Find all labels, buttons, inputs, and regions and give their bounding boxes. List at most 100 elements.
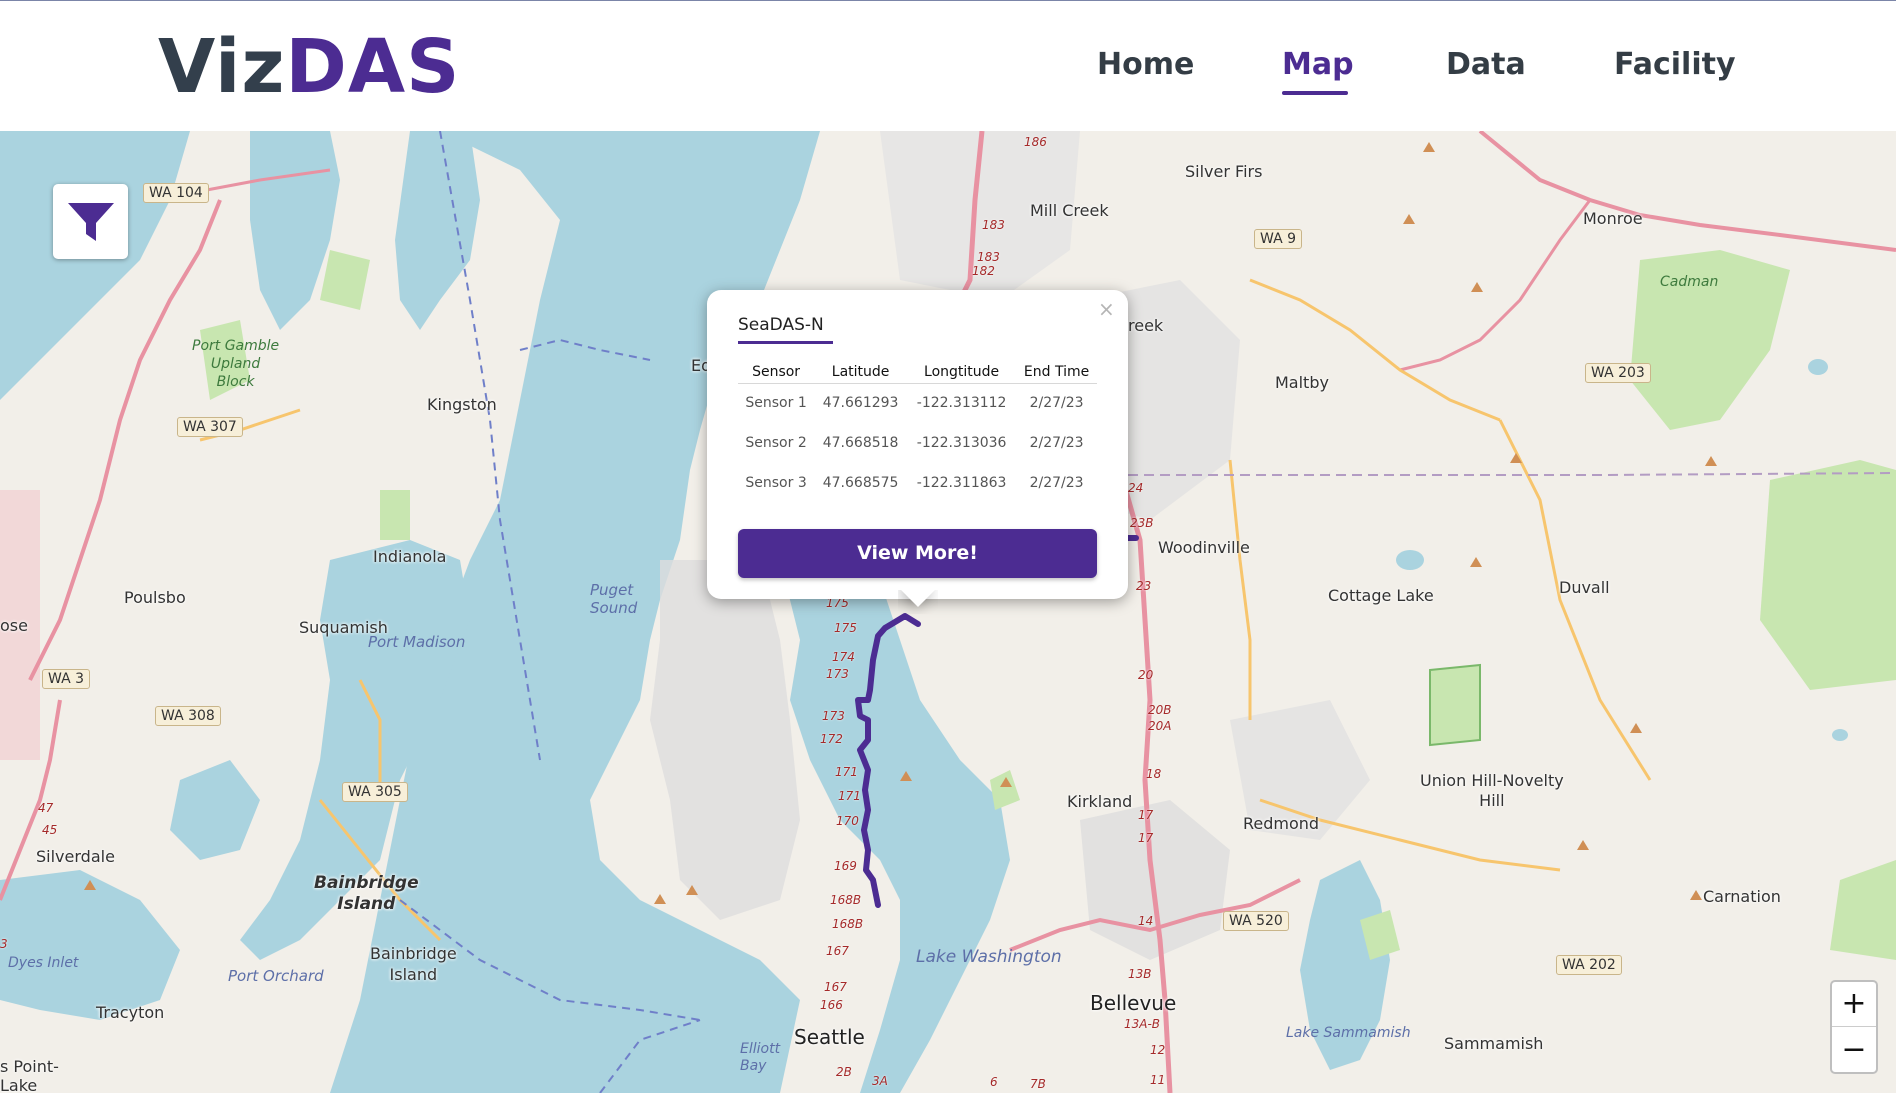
place-label: Woodinville: [1158, 538, 1250, 557]
popup-title: SeaDAS-N: [738, 315, 824, 335]
exit-label: 173: [826, 667, 849, 681]
sensor-end-time: 2/27/23: [1029, 395, 1084, 412]
route-shield: WA 202: [1556, 955, 1622, 975]
water-label: Port Madison: [368, 633, 466, 651]
exit-label: 175: [834, 621, 857, 635]
place-label: Kirkland: [1067, 792, 1133, 811]
exit-label: 11: [1150, 1073, 1166, 1087]
table-header-row: Sensor Latitude Longtitude End Time: [738, 361, 1097, 384]
park-label: Port Gamble Upland Block: [192, 338, 280, 390]
table-row: Sensor 3 47.668575 -122.311863 2/27/23: [738, 463, 1097, 503]
place-label: Kingston: [427, 395, 497, 414]
column-header: Longtitude: [907, 361, 1017, 384]
exit-label: 168B: [832, 917, 864, 931]
exit-label: 3: [0, 937, 8, 951]
park-label: Cadman: [1660, 274, 1719, 290]
exit-label: 167: [824, 980, 847, 994]
nav-map[interactable]: Map: [1282, 45, 1354, 85]
exit-label: 171: [838, 789, 861, 803]
sensor-longitude: -122.311863: [916, 475, 1007, 491]
water-label: Elliott Bay: [740, 1041, 781, 1074]
place-label: s Point- Lake: [0, 1057, 59, 1093]
water-label: Puget Sound: [590, 581, 638, 617]
exit-label: 186: [1024, 135, 1047, 149]
sensor-longitude: -122.313112: [916, 395, 1007, 412]
place-label: Bellevue: [1090, 991, 1177, 1015]
column-header: Sensor: [738, 361, 815, 384]
sensor-end-time: 2/27/23: [1029, 435, 1084, 451]
exit-label: 168B: [830, 893, 862, 907]
zoom-control: + −: [1830, 980, 1878, 1074]
place-label: Maltby: [1275, 373, 1329, 392]
zoom-out-button[interactable]: −: [1832, 1028, 1876, 1073]
route-shield: WA 305: [342, 782, 408, 802]
exit-label: 20A: [1148, 719, 1172, 733]
exit-label: 24: [1128, 481, 1144, 495]
zoom-in-button[interactable]: +: [1832, 982, 1876, 1027]
route-shield: WA 308: [155, 706, 221, 726]
header: VizDAS Home Map Data Facility: [0, 1, 1896, 131]
filter-button[interactable]: [53, 184, 128, 259]
sensor-table: Sensor Latitude Longtitude End Time Sens…: [738, 361, 1097, 503]
place-label: Mill Creek: [1030, 201, 1109, 220]
exit-label: 17: [1138, 808, 1154, 822]
place-label: Silverdale: [36, 847, 115, 866]
water-label: Lake Sammamish: [1286, 1025, 1411, 1041]
exit-label: 14: [1138, 914, 1154, 928]
logo-das: DAS: [285, 24, 461, 110]
sensor-name: Sensor 1: [745, 395, 807, 412]
sensor-latitude: 47.668518: [822, 435, 899, 451]
sensor-latitude: 47.661293: [822, 395, 899, 412]
route-shield: WA 520: [1223, 911, 1289, 931]
place-label: Union Hill-Novelty Hill: [1420, 771, 1564, 810]
place-label: Seattle: [794, 1025, 865, 1049]
sensor-latitude: 47.668575: [822, 475, 899, 491]
exit-label: 183: [977, 250, 1000, 264]
exit-label: 13A-B: [1124, 1017, 1161, 1031]
exit-label: 169: [834, 859, 857, 873]
popup-title-underline: [738, 341, 833, 344]
table-row: Sensor 1 47.661293 -122.313112 2/27/23: [738, 383, 1097, 423]
nav-data[interactable]: Data: [1446, 45, 1526, 85]
logo-viz: Viz: [158, 24, 286, 110]
exit-label: 170: [836, 814, 859, 828]
exit-label: 174: [832, 650, 855, 664]
exit-label: 13B: [1128, 967, 1152, 981]
place-label: Bainbridge Island: [314, 873, 419, 914]
place-label: Bainbridge Island: [370, 944, 457, 984]
nav-facility[interactable]: Facility: [1614, 45, 1736, 85]
sensor-longitude: -122.313036: [916, 435, 1007, 451]
water-label: Port Orchard: [228, 967, 324, 985]
sensor-end-time: 2/27/23: [1029, 475, 1084, 491]
exit-label: 17: [1138, 831, 1154, 845]
exit-label: 171: [835, 765, 858, 779]
route-shield: WA 104: [143, 183, 209, 203]
exit-label: 18: [1146, 767, 1162, 781]
place-label: Poulsbo: [124, 588, 186, 607]
route-shield: WA 9: [1254, 229, 1303, 249]
place-label: Sammamish: [1444, 1034, 1544, 1053]
view-more-button[interactable]: View More!: [738, 529, 1097, 578]
exit-label: 2B: [836, 1065, 852, 1079]
exit-label: 173: [822, 709, 845, 723]
exit-label: 183: [982, 218, 1005, 232]
water-label: Lake Washington: [916, 947, 1062, 967]
popup-close-button[interactable]: ×: [1098, 297, 1115, 321]
sensor-name: Sensor 2: [745, 435, 807, 451]
nav-map-active-underline: [1282, 91, 1348, 95]
sensor-name: Sensor 3: [745, 475, 807, 491]
nav-home[interactable]: Home: [1097, 45, 1194, 85]
exit-label: 182: [972, 264, 995, 278]
water-label: Dyes Inlet: [8, 955, 79, 971]
app-logo[interactable]: VizDAS: [158, 23, 460, 111]
exit-label: 45: [42, 823, 58, 837]
place-label: Silver Firs: [1185, 162, 1263, 181]
column-header: End Time: [1016, 361, 1097, 384]
place-label: ose: [0, 616, 28, 635]
place-label: Monroe: [1583, 209, 1643, 228]
place-label: Cottage Lake: [1328, 586, 1434, 605]
route-shield: WA 3: [42, 669, 91, 689]
place-label: Duvall: [1559, 578, 1610, 597]
map-canvas[interactable]: WA 104 WA 9 WA 203 WA 307 WA 3 WA 308 WA…: [0, 131, 1896, 1093]
column-header: Latitude: [814, 361, 908, 384]
